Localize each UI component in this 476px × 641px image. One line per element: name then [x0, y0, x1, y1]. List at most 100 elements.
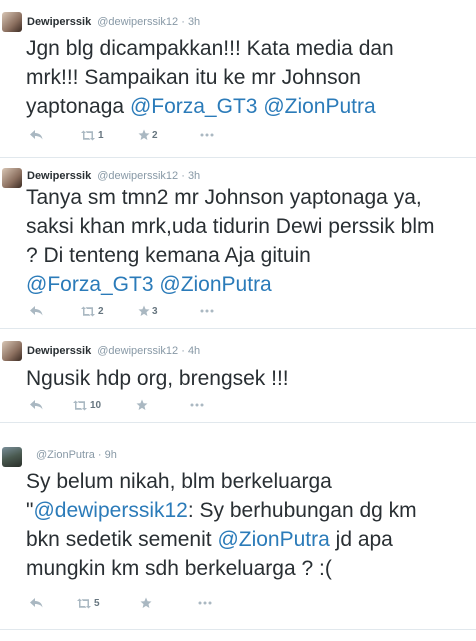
author-handle[interactable]: @dewiperssik12 [97, 345, 178, 357]
favorite-button[interactable] [140, 596, 152, 610]
separator: · [181, 16, 185, 28]
text-segment: Tanya sm tmn2 mr Johnson yaptonaga ya, [26, 186, 422, 209]
text-segment: Jgn blg dicampakkan!!! Kata media dan [26, 37, 394, 60]
reply-button[interactable] [30, 596, 43, 610]
favorite-star-icon [140, 597, 152, 609]
retweet-count: 5 [94, 598, 100, 609]
mention-link[interactable]: @ZionPutra [159, 273, 271, 296]
tweet-line: mungkin km sdh berkeluarga ? :( [26, 554, 476, 583]
favorite-count: 2 [152, 130, 158, 141]
tweet-header: @ZionPutra · 9h [36, 448, 117, 462]
tweet-line: Jgn blg dicampakkan!!! Kata media dan [26, 34, 476, 63]
tweet[interactable]: Dewiperssik @dewiperssik12 · 3h Jgn blg … [0, 0, 476, 158]
text-segment: ? Di tenteng kemana Aja gituin [26, 244, 311, 267]
tweet-line: saksi khan mrk,uda tidurin Dewi perssik … [26, 212, 476, 241]
text-segment: : Sy berhubungan dg km [187, 499, 417, 522]
tweet-line: ? Di tenteng kemana Aja gituin [26, 241, 476, 270]
retweet-button[interactable]: 1 [80, 128, 104, 143]
author-name[interactable]: Dewiperssik [27, 345, 91, 357]
tweet-text: Tanya sm tmn2 mr Johnson yaptonaga ya, s… [26, 183, 476, 299]
reply-icon [30, 400, 43, 410]
retweet-button[interactable]: 5 [76, 596, 100, 611]
mention-link[interactable]: @Forza_GT3 [26, 273, 154, 296]
favorite-star-icon [136, 399, 148, 411]
favorite-button[interactable]: 3 [138, 304, 158, 319]
tweet[interactable]: Dewiperssik @dewiperssik12 · 3h Tanya sm… [0, 158, 476, 329]
more-button[interactable] [198, 596, 212, 610]
retweet-button[interactable]: 10 [72, 398, 101, 413]
tweet-line: "@dewiperssik12: Sy berhubungan dg km [26, 496, 476, 525]
mention-link[interactable]: @ZionPutra [217, 528, 329, 551]
author-handle[interactable]: @dewiperssik12 [97, 170, 178, 182]
timestamp[interactable]: 4h [188, 345, 200, 357]
timestamp[interactable]: 9h [105, 449, 117, 461]
retweet-icon [81, 306, 95, 317]
retweet-count: 2 [98, 306, 104, 317]
favorite-star-icon [138, 305, 150, 317]
tweet-feed: Dewiperssik @dewiperssik12 · 3h Jgn blg … [0, 0, 476, 641]
tweet-text: Ngusik hdp org, brengsek !!! [26, 364, 476, 393]
separator: · [97, 449, 102, 461]
tweet-line: yaptonaga @Forza_GT3 @ZionPutra [26, 92, 476, 121]
text-segment: saksi khan mrk,uda tidurin Dewi perssik … [26, 215, 435, 238]
tweet[interactable]: Dewiperssik @dewiperssik12 · 4h Ngusik h… [0, 329, 476, 423]
more-dots-icon [200, 133, 214, 137]
retweet-count: 1 [98, 130, 104, 141]
tweet-line: Ngusik hdp org, brengsek !!! [26, 364, 476, 393]
favorite-button[interactable] [136, 398, 148, 412]
reply-icon [30, 306, 43, 316]
more-button[interactable] [200, 304, 214, 318]
avatar[interactable] [2, 168, 22, 188]
timestamp[interactable]: 3h [188, 170, 200, 182]
reply-icon [30, 598, 43, 608]
retweet-count: 10 [90, 400, 102, 411]
more-dots-icon [200, 309, 214, 313]
separator: · [181, 170, 185, 182]
more-button[interactable] [200, 128, 214, 142]
tweet-header: Dewiperssik @dewiperssik12 · 3h [27, 169, 200, 183]
favorite-star-icon [138, 129, 150, 141]
retweet-icon [73, 400, 87, 411]
separator: · [181, 345, 185, 357]
text-segment: Sy belum nikah, blm berkeluarga [26, 470, 332, 493]
author-name[interactable]: Dewiperssik [27, 170, 91, 182]
mention-link[interactable]: @ZionPutra [263, 95, 375, 118]
text-segment: yaptonaga [26, 95, 130, 118]
tweet-header: Dewiperssik @dewiperssik12 · 3h [27, 15, 200, 29]
reply-button[interactable] [30, 128, 43, 142]
text-segment: mungkin km sdh berkeluarga ? :( [26, 557, 332, 580]
tweet[interactable]: @ZionPutra · 9h Sy belum nikah, blm berk… [0, 423, 476, 630]
tweet-line: Sy belum nikah, blm berkeluarga [26, 467, 476, 496]
more-dots-icon [198, 601, 212, 605]
text-segment: jd apa [329, 528, 393, 551]
text-segment: Ngusik hdp org, brengsek !!! [26, 367, 289, 390]
avatar[interactable] [2, 341, 22, 361]
tweet-text: Jgn blg dicampakkan!!! Kata media dan mr… [26, 34, 476, 121]
author-name[interactable]: Dewiperssik [27, 16, 91, 28]
reply-button[interactable] [30, 304, 43, 318]
tweet-text: Sy belum nikah, blm berkeluarga "@dewipe… [26, 467, 476, 583]
favorite-button[interactable]: 2 [138, 128, 158, 143]
more-button[interactable] [190, 398, 204, 412]
timestamp[interactable]: 3h [188, 16, 200, 28]
avatar[interactable] [2, 12, 22, 32]
avatar[interactable] [2, 447, 22, 467]
retweet-icon [81, 130, 95, 141]
tweet-line: @Forza_GT3 @ZionPutra [26, 270, 476, 299]
tweet-line: bkn sedetik semenit @ZionPutra jd apa [26, 525, 476, 554]
more-dots-icon [190, 403, 204, 407]
tweet-header: Dewiperssik @dewiperssik12 · 4h [27, 344, 200, 358]
text-segment: bkn sedetik semenit [26, 528, 218, 551]
author-handle[interactable]: @ZionPutra [36, 449, 95, 461]
retweet-icon [77, 598, 91, 609]
tweet-line: Tanya sm tmn2 mr Johnson yaptonaga ya, [26, 183, 476, 212]
text-segment: mrk!!! Sampaikan itu ke mr Johnson [26, 66, 361, 89]
retweet-button[interactable]: 2 [80, 304, 104, 319]
favorite-count: 3 [152, 306, 158, 317]
reply-icon [30, 130, 43, 140]
mention-link[interactable]: @dewiperssik12 [33, 499, 187, 522]
author-handle[interactable]: @dewiperssik12 [97, 16, 178, 28]
tweet-line: mrk!!! Sampaikan itu ke mr Johnson [26, 63, 476, 92]
reply-button[interactable] [30, 398, 43, 412]
mention-link[interactable]: @Forza_GT3 [130, 95, 258, 118]
